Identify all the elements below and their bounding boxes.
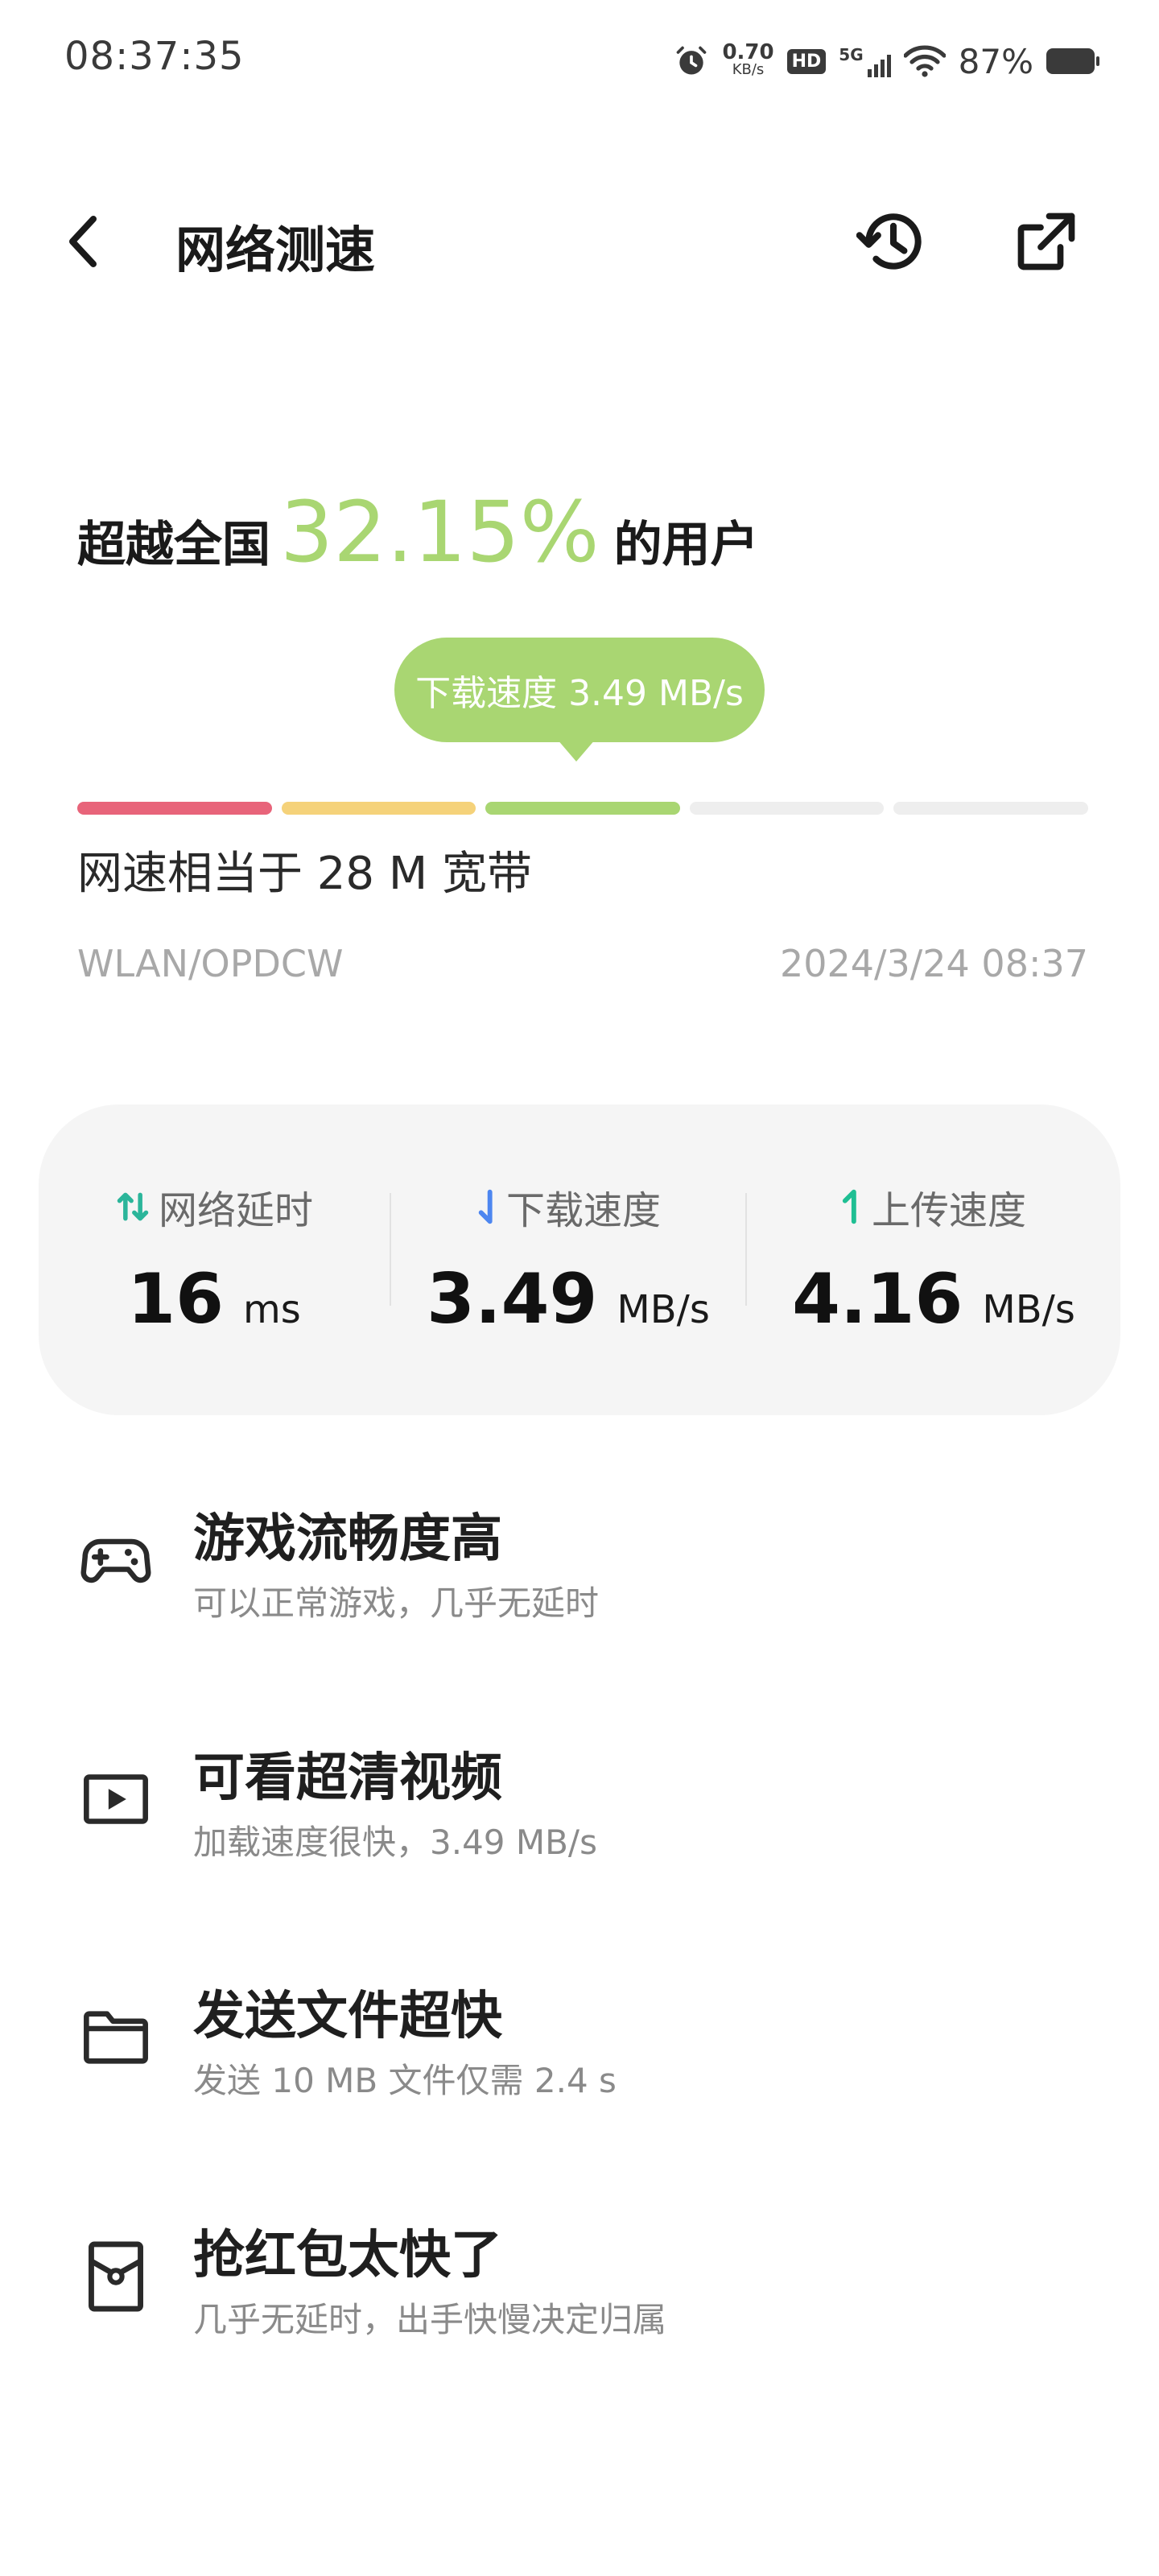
feature-description: 加载速度很快，3.49 MB/s	[193, 1823, 597, 1862]
feature-title: 发送文件超快	[193, 1987, 502, 2046]
network-rate: 0.70 KB/s	[722, 40, 774, 79]
alarm-icon	[677, 46, 707, 75]
network-rate-unit: KB/s	[732, 61, 765, 78]
feature-title: 游戏流畅度高	[193, 1509, 502, 1569]
ranking-suffix: 的用户	[613, 517, 759, 573]
share-button[interactable]	[1002, 201, 1091, 282]
status-bar: 08:37:35 0.70 KB/s HD 5G 87%	[0, 0, 1159, 121]
history-button[interactable]	[849, 201, 938, 282]
download-value: 3.49	[427, 1259, 598, 1340]
latency-icon	[117, 1192, 149, 1221]
upload-metric: 上传速度 4.16 MB/s	[747, 1104, 1120, 1415]
upload-arrow-icon	[842, 1189, 856, 1224]
level-segment-1	[77, 802, 272, 815]
hd-badge: HD	[786, 48, 827, 74]
test-timestamp: 2024/3/24 08:37	[779, 942, 1088, 985]
latency-value: 16	[127, 1259, 224, 1340]
ranking-summary: 超越全国 32.15% 的用户	[77, 483, 759, 581]
battery-icon	[1046, 48, 1099, 74]
feature-item-video: 可看超清视频 加载速度很快，3.49 MB/s	[0, 1720, 1159, 1881]
page-title: 网络测速	[175, 221, 376, 279]
feature-item-file-send: 发送文件超快 发送 10 MB 文件仅需 2.4 s	[0, 1959, 1159, 2120]
upload-unit: MB/s	[982, 1287, 1075, 1332]
share-external-icon	[1017, 213, 1075, 270]
bandwidth-equivalent: 网速相当于 28 M 宽带	[77, 848, 532, 900]
speed-level-bar	[77, 802, 1088, 815]
feature-title: 抢红包太快了	[193, 2226, 502, 2285]
folder-icon	[84, 2011, 148, 2064]
level-segment-3	[485, 802, 680, 815]
gamepad-icon	[80, 1538, 151, 1583]
upload-label: 上传速度	[871, 1188, 1026, 1233]
app-header: 网络测速	[0, 177, 1159, 306]
back-arrow-icon	[69, 216, 97, 267]
network-rate-value: 0.70	[722, 40, 774, 64]
feature-description: 可以正常游戏，几乎无延时	[193, 1583, 600, 1623]
level-segment-2	[281, 802, 476, 815]
upload-value: 4.16	[792, 1259, 963, 1340]
history-icon	[856, 213, 922, 270]
cellular-signal-icon: 5G	[839, 45, 891, 77]
network-name: WLAN/OPDCW	[77, 942, 344, 985]
video-icon	[84, 1774, 148, 1824]
feature-description: 发送 10 MB 文件仅需 2.4 s	[193, 2061, 617, 2100]
red-packet-icon	[89, 2241, 143, 2312]
wifi-icon	[903, 45, 946, 77]
speed-test-page: 08:37:35 0.70 KB/s HD 5G 87% 网络测速 超越全国 3…	[0, 0, 1159, 2576]
bubble-pointer	[557, 739, 596, 762]
download-unit: MB/s	[617, 1287, 710, 1332]
level-segment-5	[893, 802, 1088, 815]
latency-label: 网络延时	[158, 1188, 313, 1233]
back-button[interactable]	[64, 201, 129, 282]
latency-metric: 网络延时 16 ms	[39, 1104, 390, 1415]
ranking-percent: 32.15%	[280, 483, 600, 581]
level-segment-4	[689, 802, 885, 815]
feature-item-red-packet: 抢红包太快了 几乎无延时，出手快慢决定归属	[0, 2198, 1159, 2359]
status-time: 08:37:35	[64, 34, 245, 79]
download-label: 下载速度	[505, 1188, 661, 1233]
ranking-prefix: 超越全国	[77, 517, 270, 573]
feature-description: 几乎无延时，出手快慢决定归属	[193, 2300, 667, 2339]
feature-title: 可看超清视频	[193, 1748, 502, 1808]
download-metric: 下载速度 3.49 MB/s	[391, 1104, 745, 1415]
feature-item-gaming: 游戏流畅度高 可以正常游戏，几乎无延时	[0, 1481, 1159, 1642]
download-arrow-icon	[478, 1189, 493, 1224]
download-speed-bubble: 下载速度 3.49 MB/s	[394, 638, 765, 742]
latency-unit: ms	[242, 1287, 301, 1332]
status-icons: 0.70 KB/s HD 5G 87%	[674, 39, 1099, 84]
battery-percent: 87%	[958, 41, 1033, 81]
metrics-card: 网络延时 16 ms 下载速度 3.49 MB/s 上传速度 4.16 MB/s	[39, 1104, 1120, 1415]
network-type: 5G	[839, 45, 864, 64]
